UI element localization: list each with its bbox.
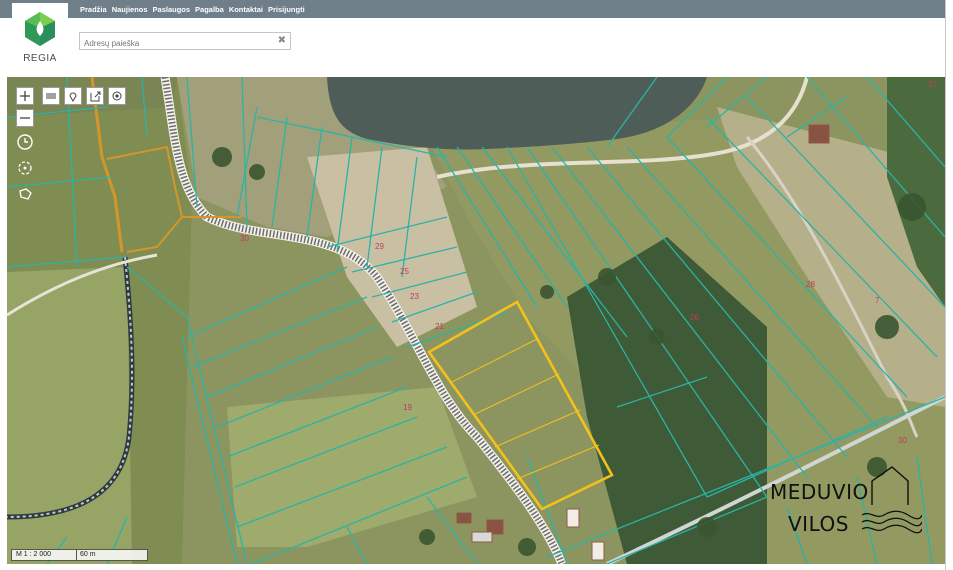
brand-logo: MEDUVIO VILOS — [770, 465, 922, 545]
zoom-out-button[interactable] — [16, 109, 34, 127]
map-viewport[interactable]: 30 29 25 23 21 19 26 28 30 31 7 MEDUVIO … — [7, 77, 945, 564]
crosshair-icon — [18, 161, 32, 175]
house-waves-icon — [862, 466, 922, 534]
marker-button[interactable] — [64, 87, 82, 105]
nav-item-services[interactable]: Paslaugos — [153, 5, 191, 14]
top-navigation-bar: Pradžia Naujienos Paslaugos Pagalba Kont… — [0, 0, 945, 18]
scale-bar: M 1 : 2 000 60 m — [11, 549, 148, 561]
scale-distance: 60 m — [80, 551, 96, 558]
locate-icon — [112, 91, 122, 101]
layers-icon — [46, 93, 56, 99]
history-button[interactable] — [17, 134, 33, 150]
nav-item-news[interactable]: Naujienos — [112, 5, 148, 14]
crosshair-button[interactable] — [17, 160, 33, 176]
main-menu: Pradžia Naujienos Paslaugos Pagalba Kont… — [80, 0, 305, 18]
plus-icon — [20, 91, 30, 101]
clear-search-icon[interactable]: ✖ — [278, 35, 286, 46]
marker-icon — [69, 92, 77, 102]
polygon-icon — [19, 188, 32, 200]
search-input[interactable] — [80, 35, 274, 52]
logo-text: REGIA — [23, 53, 57, 64]
nav-item-login[interactable]: Prisijungti — [268, 5, 305, 14]
scale-divider — [76, 550, 77, 560]
clock-icon — [17, 134, 33, 150]
export-button[interactable] — [86, 87, 104, 105]
page-right-border — [945, 0, 946, 570]
minus-icon — [20, 117, 30, 119]
nav-item-home[interactable]: Pradžia — [80, 5, 107, 14]
zoom-in-button[interactable] — [16, 87, 34, 105]
brand-line-2: VILOS — [788, 512, 849, 536]
nav-item-contacts[interactable]: Kontaktai — [229, 5, 263, 14]
polygon-button[interactable] — [17, 186, 33, 202]
export-icon — [90, 91, 101, 102]
locate-button[interactable] — [108, 87, 126, 105]
map-scale-ratio: M 1 : 2 000 — [16, 551, 52, 558]
regia-logo-icon — [25, 12, 55, 46]
green-field — [7, 267, 132, 564]
brand-line-1: MEDUVIO — [770, 480, 869, 504]
address-search-box: ✖ — [79, 32, 291, 52]
logo[interactable]: REGIA — [12, 3, 68, 75]
nav-item-help[interactable]: Pagalba — [195, 5, 224, 14]
layers-button[interactable] — [42, 87, 60, 105]
